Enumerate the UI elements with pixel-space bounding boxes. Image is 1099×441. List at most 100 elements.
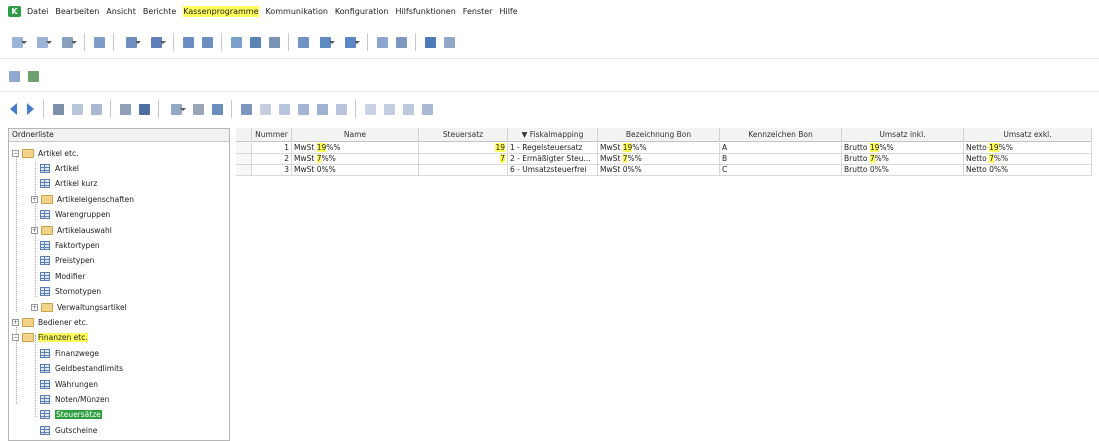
copy-record-icon[interactable] (31, 34, 53, 50)
column-header[interactable]: Umsatz inkl. (842, 128, 964, 142)
tree-item-geldbestandlimits[interactable]: Geldbestandlimits (40, 362, 123, 376)
tree-item-finanzwege[interactable]: Finanzwege (40, 346, 99, 360)
help-icon[interactable] (422, 34, 438, 50)
back-arrow-icon[interactable] (6, 101, 20, 117)
last-record-icon[interactable] (419, 101, 435, 117)
table-cell[interactable]: 2 - Ermäßigter Steu... (508, 154, 598, 165)
column-header[interactable]: Bezeichnung Bon (598, 128, 720, 142)
row-selector[interactable] (236, 154, 252, 165)
send-icon[interactable] (295, 34, 311, 50)
list-view-icon[interactable] (56, 34, 78, 50)
table-cell[interactable]: 6 - Umsatzsteuerfrei (508, 165, 598, 176)
column-header[interactable]: Steuersatz (419, 128, 508, 142)
collapse-icon[interactable]: − (12, 334, 19, 342)
table-cell[interactable]: 3 (252, 165, 292, 176)
table-cell[interactable]: Netto 0%% (964, 165, 1092, 176)
save-icon[interactable] (50, 101, 66, 117)
menu-bearbeiten[interactable]: Bearbeiten (55, 6, 99, 17)
tree-item-artikel-etc[interactable]: − Artikel etc. (12, 146, 78, 160)
report-icon[interactable] (228, 34, 244, 50)
table-cell[interactable]: 1 - Regelsteuersatz (508, 143, 598, 154)
users-icon[interactable] (374, 34, 390, 50)
forward-arrow-icon[interactable] (23, 101, 37, 117)
next-record-icon[interactable] (400, 101, 416, 117)
tree-item-artikel-kurz[interactable]: Artikel kurz (40, 177, 97, 191)
menu-hilfsfunktionen[interactable]: Hilfsfunktionen (395, 6, 455, 17)
table-row[interactable]: 1 MwSt 19%% 19 1 - Regelsteuersatz MwSt 19%%… (236, 143, 1092, 154)
table-cell[interactable]: MwSt 0%% (598, 165, 720, 176)
sync-icon[interactable] (199, 34, 215, 50)
tools-icon[interactable] (190, 101, 206, 117)
menu-kassenprogramme[interactable]: Kassenprogramme (183, 5, 259, 17)
print-icon[interactable] (247, 34, 263, 50)
upload-icon[interactable] (339, 34, 361, 50)
expand-icon[interactable]: + (31, 226, 38, 234)
first-record-icon[interactable] (362, 101, 378, 117)
columns-icon[interactable] (165, 101, 187, 117)
tree-item-faktortypen[interactable]: Faktortypen (40, 238, 100, 252)
table-cell[interactable]: 1 (252, 143, 292, 154)
tree-item-währungen[interactable]: Währungen (40, 377, 98, 391)
table-cell[interactable]: MwSt 19%% (292, 143, 419, 154)
edit-row-icon[interactable] (276, 101, 292, 117)
form-view-icon[interactable] (88, 101, 104, 117)
search-icon[interactable] (238, 101, 254, 117)
prev-record-icon[interactable] (381, 101, 397, 117)
table-cell[interactable]: 19 (419, 143, 508, 154)
delete-row-icon[interactable] (333, 101, 349, 117)
tree-item-modifier[interactable]: Modifier (40, 269, 85, 283)
filter-icon[interactable] (136, 101, 152, 117)
table-cell[interactable]: 7 (419, 154, 508, 165)
grid-view-icon[interactable] (69, 101, 85, 117)
menu-fenster[interactable]: Fenster (463, 6, 493, 17)
table-cell[interactable]: Brutto 0%% (842, 165, 964, 176)
tree-item-bediener-etc[interactable]: + Bediener etc. (12, 315, 88, 329)
tree-item-artikeleigenschaften[interactable]: + Artikeleigenschaften (31, 192, 134, 206)
expand-icon[interactable]: + (31, 303, 38, 311)
column-header[interactable]: Name (292, 128, 419, 142)
menu-berichte[interactable]: Berichte (143, 6, 176, 17)
receive-icon[interactable] (314, 34, 336, 50)
tree-item-artikelauswahl[interactable]: + Artikelauswahl (31, 223, 112, 237)
table-cell[interactable]: MwSt 7%% (598, 154, 720, 165)
add-row-icon[interactable] (257, 101, 273, 117)
export-icon[interactable] (120, 34, 142, 50)
row-selector[interactable] (236, 143, 252, 154)
sort-icon[interactable] (117, 101, 133, 117)
tree-item-noten-münzen[interactable]: Noten/Münzen (40, 392, 109, 406)
table-cell[interactable]: Brutto 7%% (842, 154, 964, 165)
link-icon[interactable] (209, 101, 225, 117)
table-cell[interactable]: B (720, 154, 842, 165)
column-header[interactable]: Kennzeichen Bon (720, 128, 842, 142)
table-cell[interactable]: MwSt 0%% (292, 165, 419, 176)
tree-item-steuersätze[interactable]: Steuersätze (40, 408, 102, 422)
menu-ansicht[interactable]: Ansicht (106, 6, 136, 17)
tree-item-verwaltungsartikel[interactable]: + Verwaltungsartikel (31, 300, 127, 314)
column-header[interactable]: Nummer (252, 128, 292, 142)
expand-icon[interactable]: + (12, 318, 19, 326)
paste-row-icon[interactable] (314, 101, 330, 117)
column-header[interactable]: Umsatz exkl. (964, 128, 1092, 142)
info-icon[interactable] (441, 34, 457, 50)
menu-kommunikation[interactable]: Kommunikation (266, 6, 328, 17)
table-cell[interactable] (419, 165, 508, 176)
table-cell[interactable]: A (720, 143, 842, 154)
table-cell[interactable]: MwSt 19%% (598, 143, 720, 154)
import-icon[interactable] (145, 34, 167, 50)
expand-icon[interactable]: + (31, 195, 38, 203)
table-cell[interactable]: 2 (252, 154, 292, 165)
transfer-icon[interactable] (180, 34, 196, 50)
row-selector[interactable] (236, 165, 252, 176)
tree-item-gutscheine[interactable]: Gutscheine (40, 423, 97, 437)
table-cell[interactable]: Netto 19%% (964, 143, 1092, 154)
settings-icon[interactable] (393, 34, 409, 50)
menu-konfiguration[interactable]: Konfiguration (335, 6, 389, 17)
refresh-tree-icon[interactable] (25, 68, 41, 84)
table-cell[interactable]: Brutto 19%% (842, 143, 964, 154)
table-cell[interactable]: C (720, 165, 842, 176)
new-record-icon[interactable] (6, 34, 28, 50)
table-row[interactable]: 3 MwSt 0%% 6 - Umsatzsteuerfrei MwSt 0%% C Br… (236, 165, 1092, 176)
menu-datei[interactable]: Datei (27, 6, 48, 17)
menu-hilfe[interactable]: Hilfe (499, 6, 517, 17)
tree-item-preistypen[interactable]: Preistypen (40, 254, 94, 268)
